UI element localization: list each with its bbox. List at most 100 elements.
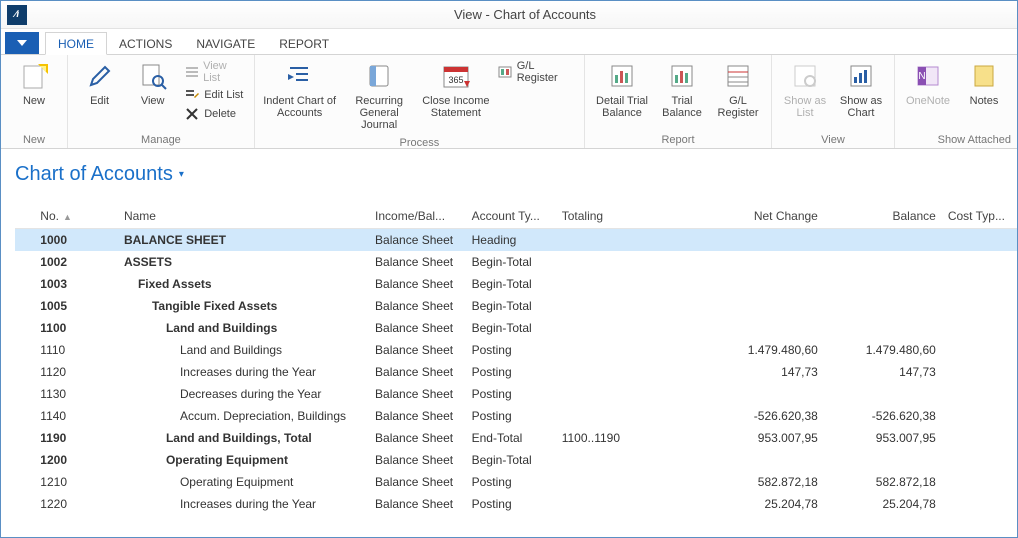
row-handle[interactable] (15, 471, 34, 493)
table-row[interactable]: 1002ASSETSBalance SheetBegin-Total (15, 251, 1017, 273)
col-no[interactable]: No.▲ (34, 204, 118, 229)
cell-net: 1.479.480,60 (706, 339, 824, 361)
table-row[interactable]: 1140Accum. Depreciation, BuildingsBalanc… (15, 405, 1017, 427)
col-income[interactable]: Income/Bal... (369, 204, 466, 229)
indent-label: Indent Chart of Accounts (263, 95, 337, 119)
page-title[interactable]: Chart of Accounts ▾ (15, 163, 1017, 186)
table-row[interactable]: 1190Land and Buildings, TotalBalance She… (15, 427, 1017, 449)
table-row[interactable]: 1100Land and BuildingsBalance SheetBegin… (15, 317, 1017, 339)
row-handle[interactable] (15, 317, 34, 339)
table-row[interactable]: 1120Increases during the YearBalance She… (15, 361, 1017, 383)
col-cost-type[interactable]: Cost Typ... (942, 204, 1017, 229)
gl-register-small-button[interactable]: G/L Register (494, 59, 578, 85)
cell-cost-type (942, 273, 1017, 295)
table-row[interactable]: 1210Operating EquipmentBalance SheetPost… (15, 471, 1017, 493)
gl-register-button[interactable]: G/L Register (711, 57, 765, 123)
table-row[interactable]: 1003Fixed AssetsBalance SheetBegin-Total (15, 273, 1017, 295)
row-handle[interactable] (15, 449, 34, 471)
cell-balance: 953.007,95 (824, 427, 942, 449)
row-handle[interactable] (15, 229, 34, 252)
col-balance[interactable]: Balance (824, 204, 942, 229)
row-handle[interactable] (15, 251, 34, 273)
tab-navigate[interactable]: NAVIGATE (184, 33, 267, 54)
cell-balance: 147,73 (824, 361, 942, 383)
cell-name: Operating Equipment (118, 471, 369, 493)
cell-income: Balance Sheet (369, 427, 466, 449)
edit-list-button[interactable]: Edit List (180, 86, 248, 104)
titlebar: ⁄ı View - Chart of Accounts (1, 1, 1017, 29)
row-handle[interactable] (15, 295, 34, 317)
show-as-chart-button[interactable]: Show as Chart (834, 57, 888, 123)
show-as-list-button[interactable]: Show as List (778, 57, 832, 123)
register-icon (498, 64, 513, 80)
page-magnify-icon (138, 61, 168, 91)
tab-report[interactable]: REPORT (267, 33, 341, 54)
row-handle[interactable] (15, 339, 34, 361)
trial-balance-button[interactable]: Trial Balance (655, 57, 709, 123)
register-large-icon (723, 61, 753, 91)
cell-type: Begin-Total (466, 295, 556, 317)
cell-income: Balance Sheet (369, 361, 466, 383)
table-row[interactable]: 1000BALANCE SHEETBalance SheetHeading (15, 229, 1017, 252)
table-row[interactable]: 1220Increases during the YearBalance She… (15, 493, 1017, 515)
tab-home[interactable]: HOME (45, 32, 107, 55)
row-handle[interactable] (15, 427, 34, 449)
cell-totaling (556, 229, 706, 252)
cell-income: Balance Sheet (369, 383, 466, 405)
delete-button[interactable]: Delete (180, 105, 248, 123)
cell-cost-type (942, 339, 1017, 361)
notes-button[interactable]: Notes (957, 57, 1011, 111)
view-list-button[interactable]: View List (180, 59, 248, 85)
col-totaling[interactable]: Totaling (556, 204, 706, 229)
cell-name: Land and Buildings (118, 317, 369, 339)
pencil-icon (85, 61, 115, 91)
app-icon: ⁄ı (7, 5, 27, 25)
cell-cost-type (942, 229, 1017, 252)
col-name[interactable]: Name (118, 204, 369, 229)
edit-button[interactable]: Edit (74, 57, 125, 111)
indent-button[interactable]: Indent Chart of Accounts (261, 57, 339, 123)
cell-balance (824, 295, 942, 317)
cell-net (706, 449, 824, 471)
cell-net: 25.204,78 (706, 493, 824, 515)
content-area: Chart of Accounts ▾ No.▲ Name Income/Bal… (1, 149, 1017, 515)
row-handle[interactable] (15, 493, 34, 515)
recurring-journal-button[interactable]: Recurring General Journal (340, 57, 418, 135)
row-handle[interactable] (15, 383, 34, 405)
report-bars-icon (667, 61, 697, 91)
cell-income: Balance Sheet (369, 493, 466, 515)
new-button[interactable]: New (7, 57, 61, 111)
cell-net (706, 229, 824, 252)
cell-name: Increases during the Year (118, 361, 369, 383)
table-row[interactable]: 1200Operating EquipmentBalance SheetBegi… (15, 449, 1017, 471)
group-label-report: Report (591, 132, 765, 148)
recurring-label: Recurring General Journal (342, 95, 416, 131)
table-row[interactable]: 1110Land and BuildingsBalance SheetPosti… (15, 339, 1017, 361)
row-handle[interactable] (15, 405, 34, 427)
row-handle[interactable] (15, 273, 34, 295)
cell-type: End-Total (466, 427, 556, 449)
view-button[interactable]: View (127, 57, 178, 111)
edit-label: Edit (90, 95, 109, 107)
cell-totaling (556, 471, 706, 493)
onenote-button[interactable]: N OneNote (901, 57, 955, 111)
ribbon-tabstrip: HOME ACTIONS NAVIGATE REPORT (1, 29, 1017, 55)
file-menu[interactable] (5, 32, 39, 54)
row-handle[interactable] (15, 361, 34, 383)
gl-register-label: G/L Register (713, 95, 763, 119)
row-selector-header[interactable] (15, 204, 34, 229)
cell-totaling (556, 383, 706, 405)
tab-actions[interactable]: ACTIONS (107, 33, 184, 54)
cell-type: Begin-Total (466, 251, 556, 273)
detail-trial-balance-button[interactable]: Detail Trial Balance (591, 57, 653, 123)
show-list-label: Show as List (780, 95, 830, 119)
close-income-button[interactable]: 365 Close Income Statement (420, 57, 492, 123)
col-account-type[interactable]: Account Ty... (466, 204, 556, 229)
col-net-change[interactable]: Net Change (706, 204, 824, 229)
table-row[interactable]: 1005Tangible Fixed AssetsBalance SheetBe… (15, 295, 1017, 317)
show-chart-label: Show as Chart (836, 95, 886, 119)
list-view-icon (790, 61, 820, 91)
new-icon (19, 61, 49, 91)
table-row[interactable]: 1130Decreases during the YearBalance She… (15, 383, 1017, 405)
list-icon (184, 64, 199, 80)
